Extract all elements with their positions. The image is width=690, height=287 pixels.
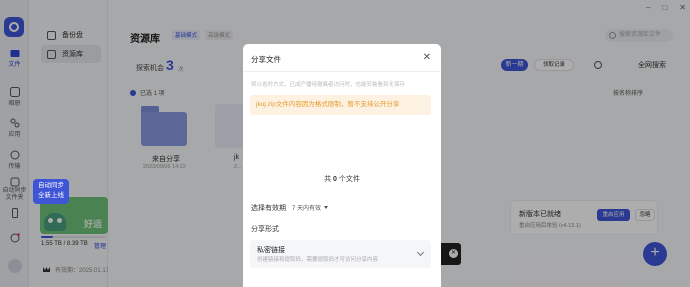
share-dialog: 分享文件 ✕ 将以省时方式，已成产播待撤离者访问时，也能安装看到无保存 jkuj… [243,44,441,287]
dialog-title: 分享文件 [251,55,281,64]
option-desc: 创建链接和提取码，需要提取码才可访问分享内容 [257,257,379,263]
option-title: 私密链接 [257,247,285,254]
validity-select[interactable]: 7 天内有效 [292,203,329,212]
sync-tooltip: 自动同步 全新上线 [33,179,69,204]
file-count: 共 0 个文件 [243,174,441,184]
chevron-down-icon [416,248,425,257]
validity-value: 7 天内有效 [292,206,322,212]
divider [243,71,441,72]
private-link-option[interactable]: 私密链接 创建链接和提取码，需要提取码才可访问分享内容 [250,240,431,268]
share-form-label: 分享形式 [251,226,279,233]
file-count-value: 0 [333,176,337,183]
tooltip-line-2: 全新上线 [38,192,64,199]
warning-banner: jkuj.zip文件内容因为格式限制，暂不支持公开分享 [250,95,431,115]
file-count-suffix: 个文件 [338,176,360,183]
tooltip-line-1: 自动同步 [38,182,64,189]
caret-down-icon [324,206,329,209]
validity-label: 选择有效期 [251,205,286,212]
file-count-prefix: 共 [324,176,332,183]
dialog-hint: 将以省时方式，已成产播待撤离者访问时，也能安装看到无保存 [251,82,406,88]
close-icon[interactable]: ✕ [423,52,431,63]
